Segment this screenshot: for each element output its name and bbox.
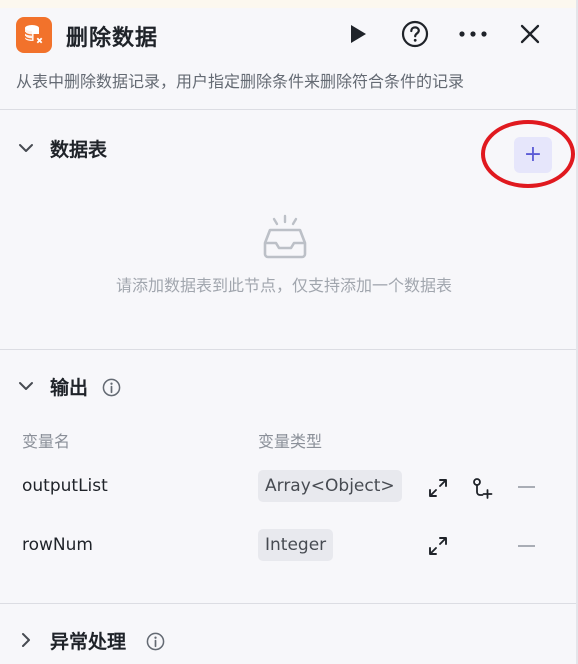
empty-inbox-icon (263, 214, 307, 259)
column-header-name: 变量名 (22, 432, 71, 451)
play-icon (351, 25, 366, 43)
remove-icon[interactable] (518, 545, 535, 547)
help-button[interactable] (399, 18, 431, 50)
divider (0, 603, 578, 604)
run-button[interactable] (342, 18, 374, 50)
empty-hint-text: 请添加数据表到此节点，仅支持添加一个数据表 (115, 276, 452, 295)
more-button[interactable] (457, 18, 489, 50)
divider (0, 109, 578, 110)
more-icon (459, 31, 487, 37)
node-title: 删除数据 (66, 26, 159, 51)
expand-icon[interactable] (427, 535, 449, 557)
node-config-panel: 删除数据 从表中删除数据记录，用户指定删除条件来删除符合条件的记录 数据表 + … (0, 0, 578, 664)
remove-icon[interactable] (518, 486, 535, 488)
database-delete-icon (16, 17, 52, 53)
highlight-circle (481, 120, 575, 188)
output-var-name: rowNum (22, 535, 93, 555)
section-title: 异常处理 (50, 631, 127, 653)
output-section-header[interactable]: 输出 (0, 366, 578, 406)
node-description: 从表中删除数据记录，用户指定删除条件来删除符合条件的记录 (16, 72, 465, 91)
output-var-name: outputList (22, 476, 108, 496)
column-header-type: 变量类型 (258, 432, 323, 451)
close-icon (520, 24, 540, 44)
add-child-icon[interactable] (471, 477, 493, 499)
panel-header: 删除数据 (0, 8, 578, 60)
expand-icon[interactable] (427, 477, 449, 499)
info-icon[interactable] (102, 378, 121, 397)
chevron-right-icon[interactable] (16, 630, 36, 650)
info-icon[interactable] (146, 632, 165, 651)
top-strip (0, 0, 578, 8)
help-icon (401, 20, 429, 48)
section-title: 输出 (50, 377, 89, 399)
section-title: 数据表 (50, 139, 108, 161)
close-button[interactable] (514, 18, 546, 50)
divider (0, 349, 578, 350)
chevron-down-icon[interactable] (16, 138, 36, 158)
chevron-down-icon[interactable] (16, 376, 36, 396)
output-var-type: Array<Object> (258, 470, 402, 502)
output-var-type: Integer (258, 529, 334, 561)
exception-section-header[interactable]: 异常处理 (0, 620, 578, 660)
